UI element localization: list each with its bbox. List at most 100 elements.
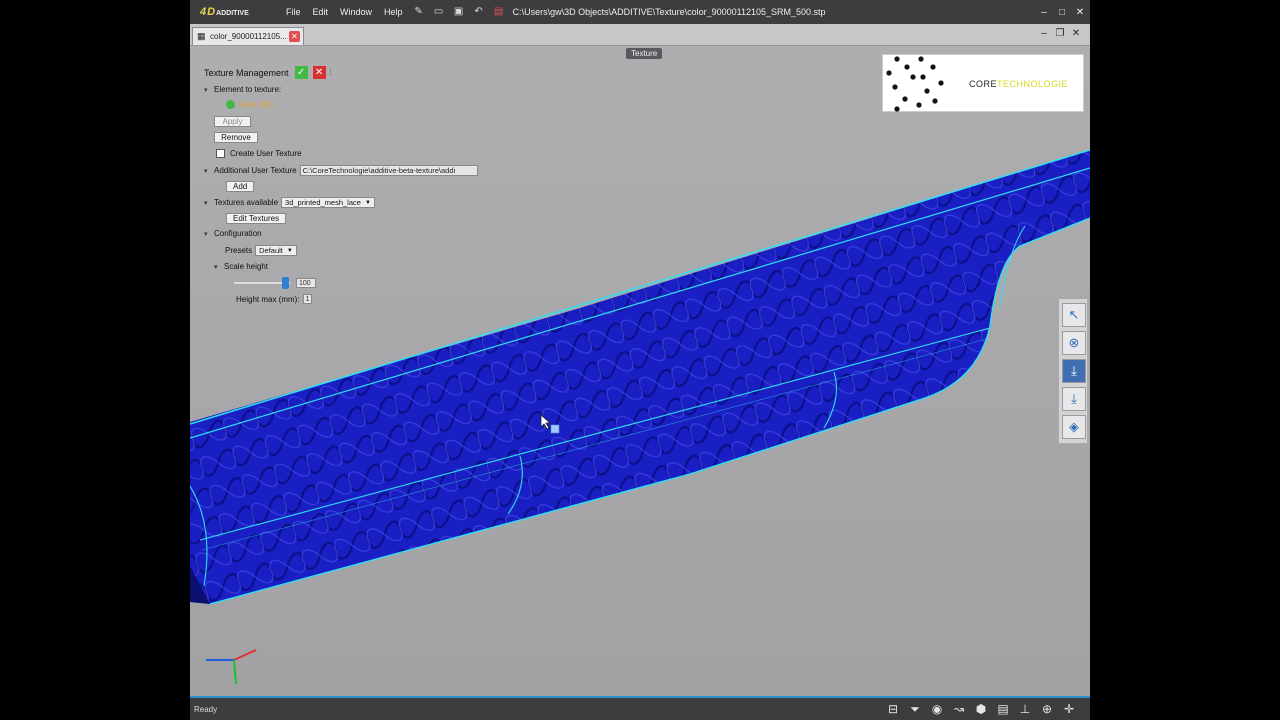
scale-height-row: ▾ Scale height: [214, 262, 268, 271]
filter-icon[interactable]: ⏷: [904, 702, 926, 717]
file-path: C:\Users\gw\3D Objects\ADDITIVE\Texture\…: [512, 7, 826, 17]
right-toolbar: ↖ ⊗ ⤓ ⤓ ◈: [1058, 298, 1088, 444]
dropdown-caret-icon: ▼: [364, 199, 371, 206]
configuration-row: ▾ Configuration: [204, 229, 262, 238]
brand-name-a: CORE: [969, 79, 998, 89]
target-icon[interactable]: ⊕: [1036, 702, 1058, 717]
grid-icon: ▦: [197, 31, 206, 41]
menu-help[interactable]: Help: [378, 7, 409, 17]
edit-textures-button[interactable]: Edit Textures: [226, 213, 287, 224]
face-label[interactable]: Face (53): [239, 100, 273, 109]
scale-height-label: Scale height: [224, 262, 269, 271]
document-window-controls: – ❐ ✕: [1036, 28, 1084, 39]
cancel-circle-icon[interactable]: ⊗: [1062, 331, 1086, 355]
collapse-arrow-icon[interactable]: ▾: [204, 86, 214, 94]
element-to-texture-row: ▾ Element to texture:: [204, 85, 281, 94]
height-max-row: Height max (mm): 1: [236, 294, 312, 304]
menu-edit[interactable]: Edit: [307, 7, 335, 17]
cancel-icon[interactable]: ✕: [312, 66, 326, 79]
app-logo-mark: 4D: [200, 6, 217, 18]
tab-close-icon[interactable]: ✕: [289, 31, 300, 42]
document-tab-bar: ▦ color_90000112105... ✕ – ❐ ✕: [190, 24, 1090, 46]
presets-select-value: Default: [259, 245, 283, 255]
panel-title: Texture Management: [204, 67, 289, 78]
minimize-icon[interactable]: –: [1036, 7, 1052, 18]
collapse-arrow-icon[interactable]: ▾: [214, 263, 224, 271]
remove-button[interactable]: Remove: [214, 132, 258, 143]
undo-icon[interactable]: ↶: [473, 6, 485, 18]
apply-button[interactable]: Apply: [214, 116, 251, 127]
doc-restore-icon[interactable]: ❐: [1052, 28, 1068, 39]
move-icon[interactable]: ✛: [1058, 702, 1080, 717]
presets-label: Presets: [225, 246, 253, 255]
textures-available-row: ▾ Textures available 3d_printed_mesh_lac…: [204, 197, 375, 208]
add-button[interactable]: Add: [226, 181, 254, 192]
layers-icon[interactable]: ▤: [992, 702, 1014, 717]
visibility-icon[interactable]: ◉: [926, 702, 948, 717]
status-toolbar: ⊟ ⏷ ◉ ↝ ⬢ ▤ ⊥ ⊕ ✛: [882, 702, 1080, 717]
import-icon[interactable]: ⤓: [1062, 359, 1086, 383]
element-to-texture-label: Element to texture:: [214, 85, 282, 94]
status-text: Ready: [194, 704, 218, 714]
face-selection-row[interactable]: Face (53): [226, 100, 273, 109]
mouse-cursor-icon: [540, 414, 560, 434]
confirm-icon[interactable]: ✓: [294, 66, 308, 79]
doc-minimize-icon[interactable]: –: [1036, 28, 1052, 39]
select-icon[interactable]: ↖: [1062, 303, 1086, 327]
create-user-texture-row[interactable]: Create User Texture: [216, 149, 301, 158]
scale-slider-row: 100: [234, 277, 316, 289]
menu-file[interactable]: File: [280, 7, 307, 17]
core-technologie-logo: CORETECHNOLOGIE: [882, 54, 1084, 112]
cube-display-icon[interactable]: ⬢: [970, 702, 992, 717]
brand-name-b: TECHNOLOGIE: [997, 79, 1069, 89]
status-bar: Ready ⊟ ⏷ ◉ ↝ ⬢ ▤ ⊥ ⊕ ✛: [190, 696, 1090, 720]
additional-user-texture-label: Additional User Texture: [214, 166, 297, 175]
save-icon[interactable]: ▣: [453, 6, 465, 18]
document-tab-label: color_90000112105...: [210, 32, 287, 41]
additional-texture-path-input[interactable]: C:\CoreTechnologie\additive-beta-texture…: [299, 165, 478, 176]
texture-select-value: 3d_printed_mesh_lace: [285, 197, 361, 207]
measure-icon[interactable]: ↝: [948, 702, 970, 717]
pin-icon[interactable]: ✎: [413, 6, 425, 18]
app-logo-sub: ADDITIVE: [216, 10, 249, 17]
menu-window[interactable]: Window: [334, 7, 378, 17]
height-max-input[interactable]: 1: [302, 294, 312, 304]
presets-row: Presets Default ▼: [225, 245, 297, 256]
close-icon[interactable]: ✕: [1072, 7, 1088, 18]
tree-view-icon[interactable]: ⊟: [882, 702, 904, 717]
title-bar: 4DADDITIVE File Edit Window Help ✎ ▭ ▣ ↶…: [190, 0, 1090, 24]
app-window: 4DADDITIVE File Edit Window Help ✎ ▭ ▣ ↶…: [190, 0, 1090, 720]
configuration-label: Configuration: [214, 229, 262, 238]
brand-name: CORETECHNOLOGIE: [969, 79, 1068, 89]
3d-viewport[interactable]: Texture Texture Management ✓ ✕ ⫶ ▾ Eleme…: [190, 46, 1090, 696]
doc-close-icon[interactable]: ✕: [1068, 28, 1084, 39]
window-controls: – □ ✕: [1036, 7, 1090, 18]
presets-select[interactable]: Default ▼: [255, 245, 297, 256]
section-icon[interactable]: ⊥: [1014, 702, 1036, 717]
scale-height-slider[interactable]: [234, 277, 290, 289]
maximize-icon[interactable]: □: [1054, 7, 1070, 18]
pdf-icon[interactable]: ▤: [493, 6, 505, 18]
collapse-arrow-icon[interactable]: ▾: [204, 230, 214, 238]
face-check-icon: [226, 100, 235, 109]
pin-panel-icon[interactable]: ⫶: [330, 68, 332, 78]
create-user-texture-checkbox[interactable]: [216, 149, 225, 158]
mode-label: Texture: [626, 48, 663, 59]
additional-user-texture-row: ▾ Additional User Texture C:\CoreTechnol…: [204, 165, 478, 176]
document-tab[interactable]: ▦ color_90000112105... ✕: [192, 27, 304, 45]
texture-select[interactable]: 3d_printed_mesh_lace ▼: [281, 197, 375, 208]
slider-knob[interactable]: [282, 277, 289, 289]
textured-model[interactable]: [190, 46, 1090, 696]
view-cube-icon[interactable]: ◈: [1062, 415, 1086, 439]
collapse-arrow-icon[interactable]: ▾: [204, 199, 214, 207]
dropdown-caret-icon: ▼: [286, 247, 293, 254]
height-max-label: Height max (mm):: [236, 294, 300, 304]
collapse-arrow-icon[interactable]: ▾: [204, 167, 214, 175]
create-user-texture-label: Create User Texture: [230, 149, 302, 158]
panel-header: Texture Management ✓ ✕ ⫶: [204, 66, 332, 79]
scale-height-value[interactable]: 100: [296, 278, 316, 288]
app-logo: 4DADDITIVE: [190, 6, 280, 18]
export-icon[interactable]: ⤓: [1062, 387, 1086, 411]
open-icon[interactable]: ▭: [433, 6, 445, 18]
axis-triad-icon: [206, 649, 257, 685]
